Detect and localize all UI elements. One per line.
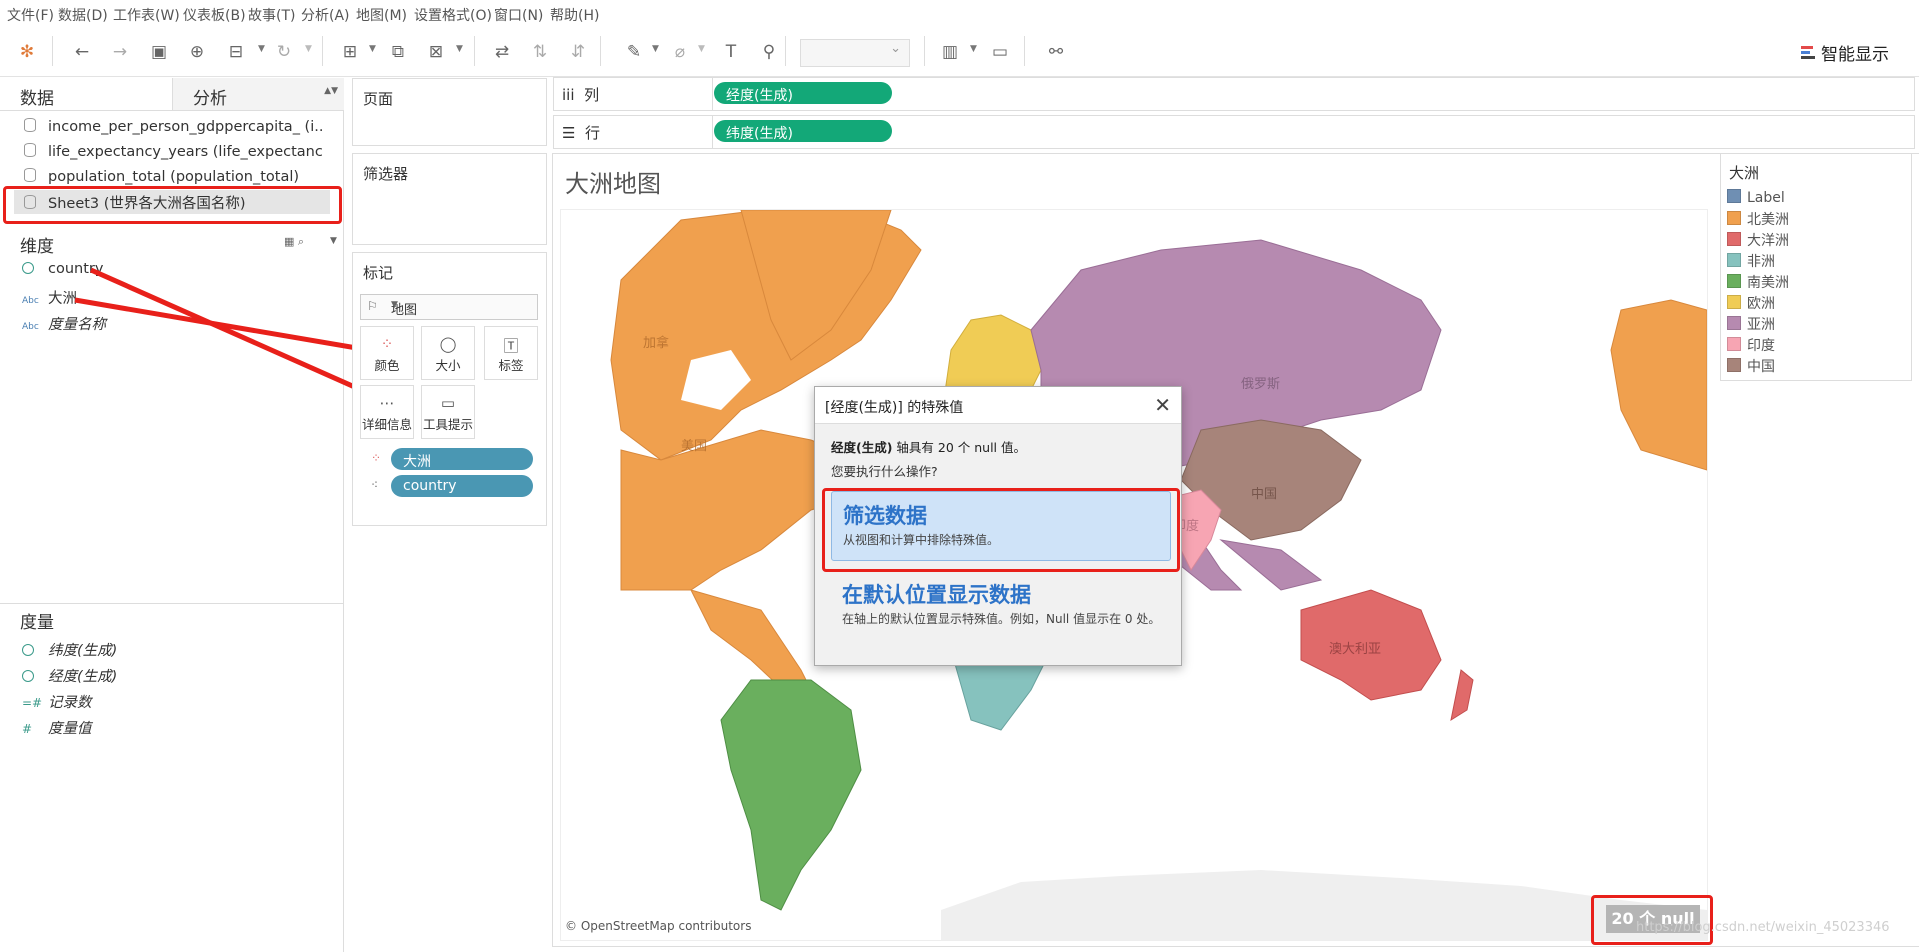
legend-label: 非洲 — [1747, 254, 1775, 270]
color-encoding-icon: ⁘ — [371, 451, 382, 465]
legend-swatch — [1727, 211, 1741, 225]
legend-item[interactable]: 南美洲 — [1727, 272, 1789, 291]
filters-shelf[interactable]: 筛选器 — [352, 153, 547, 245]
dialog-question: 您要执行什么操作? — [831, 464, 938, 479]
legend-label: 南美洲 — [1747, 275, 1789, 291]
legend-swatch — [1727, 337, 1741, 351]
legend-label: Label — [1747, 190, 1785, 206]
color-button[interactable]: ⁘ 颜色 — [360, 326, 414, 380]
legend-label: 欧洲 — [1747, 296, 1775, 312]
legend-label: 北美洲 — [1747, 212, 1789, 228]
label-button[interactable]: 🅃 标签 — [484, 326, 538, 380]
legend-swatch — [1727, 295, 1741, 309]
dialog-title: [经度(生成)] 的特殊值 — [825, 400, 964, 416]
filters-title: 筛选器 — [363, 165, 409, 183]
legend-title: 大洲 — [1729, 164, 1760, 182]
map-label: 澳大利亚 — [1329, 642, 1382, 657]
legend-swatch — [1727, 316, 1741, 330]
legend-item[interactable]: 印度 — [1727, 335, 1775, 354]
map-attribution: © OpenStreetMap contributors — [565, 919, 752, 933]
rows-icon: ☰ — [562, 124, 576, 142]
show-default-desc: 在轴上的默认位置显示特殊值。例如，Null 值显示在 0 处。 — [842, 612, 1161, 626]
dropdown-caret-icon: ▼ — [391, 300, 398, 310]
detail-button[interactable]: ⋯ 详细信息 — [360, 385, 414, 439]
map-label: 美国 — [681, 439, 708, 454]
legend-swatch — [1727, 358, 1741, 372]
close-icon[interactable]: ✕ — [1154, 393, 1171, 417]
pill-longitude[interactable]: 经度(生成) — [714, 82, 892, 104]
highlight-box-filter — [822, 488, 1180, 572]
detail-encoding-icon: ⁖ — [371, 478, 379, 492]
legend-swatch — [1727, 253, 1741, 267]
map-mark-icon: ⚐ — [367, 299, 378, 313]
legend-swatch — [1727, 232, 1741, 246]
tooltip-button[interactable]: ▭ 工具提示 — [421, 385, 475, 439]
color-dots-icon: ⁘ — [380, 335, 394, 353]
watermark: https://blog.csdn.net/weixin_45023346 — [1636, 920, 1890, 935]
tooltip-icon: ▭ — [440, 394, 456, 412]
pages-shelf[interactable]: 页面 — [352, 78, 547, 146]
legend-item[interactable]: 亚洲 — [1727, 314, 1775, 333]
legend-swatch — [1727, 274, 1741, 288]
legend-label: 中国 — [1747, 359, 1775, 375]
detail-dots-icon: ⋯ — [379, 394, 395, 412]
legend-item[interactable]: 大洋洲 — [1727, 230, 1789, 249]
rows-label: ☰ 行 — [562, 124, 601, 142]
legend-label: 印度 — [1747, 338, 1775, 354]
legend-item[interactable]: 北美洲 — [1727, 209, 1789, 228]
legend-label: 大洋洲 — [1747, 233, 1789, 249]
legend-swatch — [1727, 189, 1741, 203]
marks-title: 标记 — [363, 264, 394, 282]
label-t-icon: 🅃 — [503, 337, 519, 355]
dialog-titlebar: [经度(生成)] 的特殊值 ✕ — [815, 387, 1181, 424]
map-label: 中国 — [1251, 487, 1278, 502]
legend-item[interactable]: Label — [1727, 188, 1785, 206]
map-label: 加拿 — [643, 336, 670, 351]
pill-continent[interactable]: 大洲 — [391, 448, 533, 470]
dialog-message: 经度(生成) 轴具有 20 个 null 值。 — [831, 440, 1027, 455]
columns-label: iii 列 — [562, 86, 600, 104]
show-default-title: 在默认位置显示数据 — [842, 583, 1031, 607]
view-title: 大洲地图 — [565, 170, 661, 198]
legend-item[interactable]: 欧洲 — [1727, 293, 1775, 312]
legend-item[interactable]: 中国 — [1727, 356, 1775, 375]
map-label: 俄罗斯 — [1241, 377, 1281, 392]
legend-item[interactable]: 非洲 — [1727, 251, 1775, 270]
columns-icon: iii — [562, 86, 575, 104]
pill-latitude[interactable]: 纬度(生成) — [714, 120, 892, 142]
legend-label: 亚洲 — [1747, 317, 1775, 333]
size-icon: ◯ — [439, 335, 457, 353]
show-at-default-option[interactable]: 在默认位置显示数据 在轴上的默认位置显示特殊值。例如，Null 值显示在 0 处… — [831, 571, 1169, 651]
pill-country[interactable]: country — [391, 475, 533, 497]
pages-title: 页面 — [363, 90, 394, 108]
mark-type-dropdown[interactable]: 地图 ▼ — [360, 294, 538, 320]
color-legend: 大洲 Label 北美洲大洋洲非洲南美洲欧洲亚洲印度中国 — [1720, 153, 1912, 381]
size-button[interactable]: ◯ 大小 — [421, 326, 475, 380]
